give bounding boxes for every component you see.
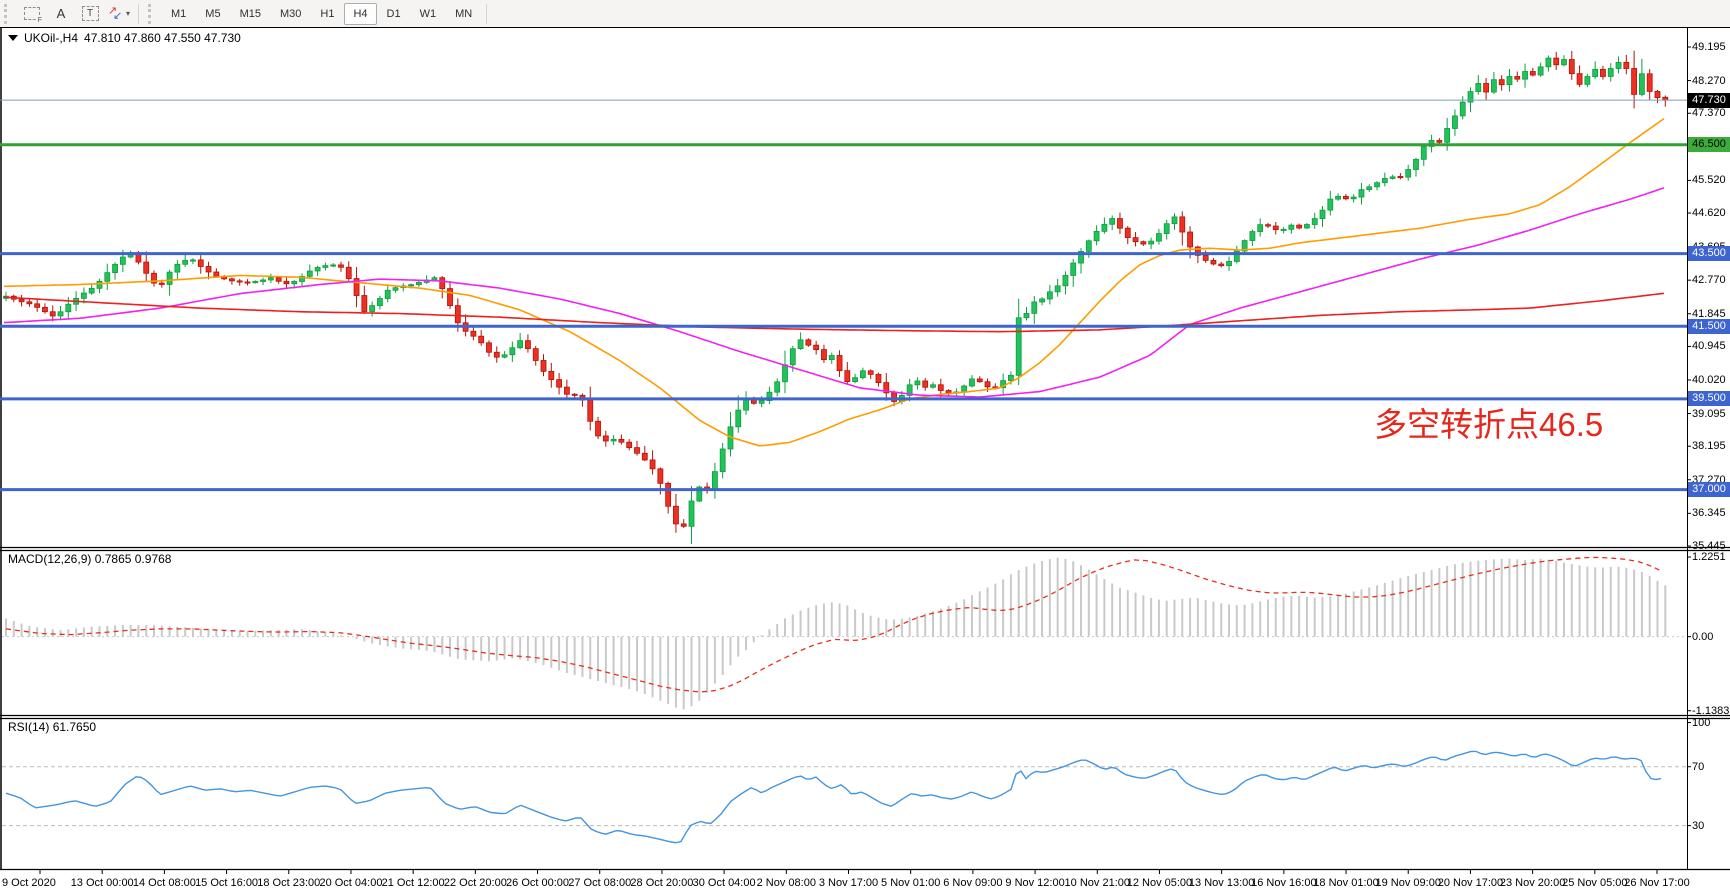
mt4-chart-window: F A T ↗↙ ▾ M1M5M15M30H1H4D1W1MN UKOil-,H… — [0, 0, 1730, 896]
ohlc-values-label: 47.810 47.860 47.550 47.730 — [84, 31, 241, 45]
chart-canvas[interactable] — [0, 0, 1730, 896]
chart-header: UKOil-,H4 47.810 47.860 47.550 47.730 — [8, 31, 241, 45]
chart-annotation-text[interactable]: 多空转折点46.5 — [1374, 398, 1603, 446]
symbol-period-label: UKOil-,H4 — [24, 31, 78, 45]
ma-magenta[interactable] — [4, 188, 1664, 397]
rsi-panel-label: RSI(14) 61.7650 — [8, 720, 96, 734]
triangle-down-icon[interactable] — [8, 35, 18, 41]
macd-panel-label: MACD(12,26,9) 0.7865 0.9768 — [8, 552, 171, 566]
